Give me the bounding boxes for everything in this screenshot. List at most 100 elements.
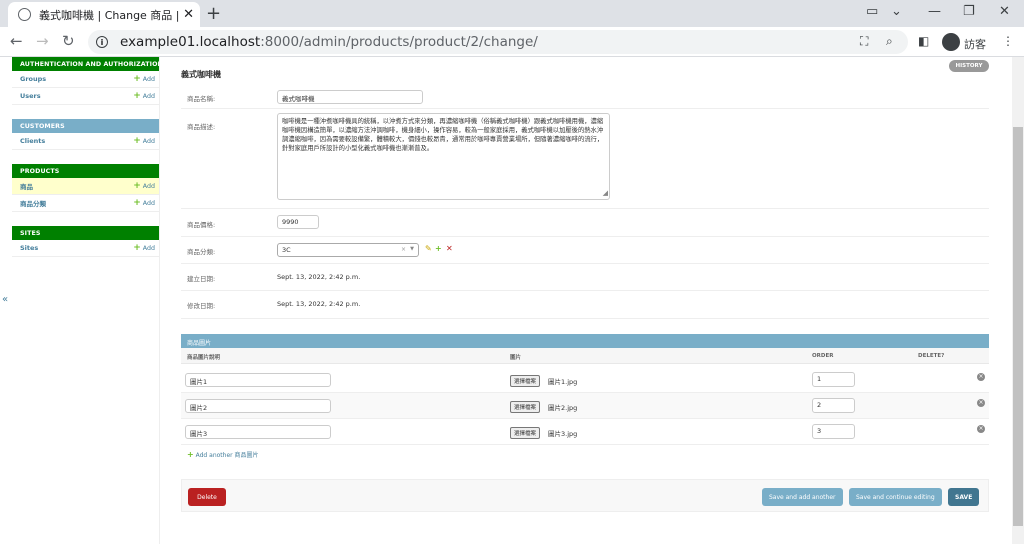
tab-search-icon[interactable]: ⌄ <box>891 4 902 19</box>
header-image: 圖片 <box>510 355 522 361</box>
add-label: Add <box>142 93 155 100</box>
browser-tab-strip: 義式咖啡機 | Change 商品 | Djan ✕ + ▭ ⌄ — ❐ ✕ <box>0 0 1024 27</box>
modified-value: Sept. 13, 2022, 2:42 p.m. <box>277 300 361 308</box>
side-panel-icon[interactable]: ◧ <box>918 34 929 48</box>
edit-pencil-icon[interactable]: ✎ <box>425 244 432 253</box>
module-sites: SITES Sites + Add <box>12 226 159 257</box>
image-caption-input[interactable]: 圖片1 <box>185 373 331 387</box>
sidebar-item-groups[interactable]: Groups + Add <box>12 71 159 88</box>
add-link[interactable]: + Add <box>133 74 155 84</box>
image-caption-input[interactable]: 圖片3 <box>185 425 331 439</box>
add-icon: + <box>133 243 141 253</box>
sidebar-item-label[interactable]: Clients <box>20 137 45 145</box>
inline-table-header: 商品圖片說明 圖片 ORDER DELETE? <box>181 348 989 364</box>
field-row-created: 建立日期: Sept. 13, 2022, 2:42 p.m. <box>181 264 989 291</box>
file-name: 圖片1.jpg <box>548 378 578 386</box>
scrollbar-thumb[interactable] <box>1013 127 1023 526</box>
order-input[interactable]: 2 <box>812 398 855 413</box>
guest-avatar-icon[interactable] <box>942 33 960 51</box>
new-tab-icon[interactable]: + <box>206 3 221 24</box>
add-icon: + <box>133 136 141 146</box>
save-and-add-another-button[interactable]: Save and add another <box>762 488 843 506</box>
url-path: :8000/admin/products/product/2/change/ <box>260 34 538 50</box>
module-caption[interactable]: SITES <box>12 226 159 240</box>
choose-file-button[interactable]: 選擇檔案 <box>510 401 541 413</box>
clear-icon[interactable]: × <box>401 246 406 253</box>
module-auth: AUTHENTICATION AND AUTHORIZATION Groups +… <box>12 57 159 105</box>
back-icon[interactable]: ← <box>10 32 23 50</box>
field-row-category: 商品分類: 3C × ▼ ✎ + ✕ <box>181 237 989 264</box>
description-text: 咖啡機是一種沖煮咖啡機具的統稱，以沖煮方式來分類，再濃縮咖啡機（俗稱義式咖啡機）… <box>282 118 604 152</box>
category-select[interactable]: 3C × ▼ <box>277 243 419 257</box>
choose-file-button[interactable]: 選擇檔案 <box>510 375 541 387</box>
header-order: ORDER <box>812 353 834 359</box>
add-link[interactable]: + Add <box>133 91 155 101</box>
add-link[interactable]: + Add <box>133 136 155 146</box>
info-icon[interactable]: i <box>96 36 108 48</box>
add-link[interactable]: + Add <box>133 243 155 253</box>
dropdown-arrow-icon[interactable]: ▼ <box>410 246 414 252</box>
history-button[interactable]: HISTORY <box>949 60 989 72</box>
sidebar-item-label[interactable]: Sites <box>20 244 38 252</box>
name-input[interactable]: 義式咖啡機 <box>277 90 423 104</box>
choose-file-button[interactable]: 選擇檔案 <box>510 427 541 439</box>
sidebar-item-products[interactable]: 商品 + Add <box>12 178 159 195</box>
resize-handle-icon[interactable]: ◢ <box>603 189 608 198</box>
address-bar-row: ← → ↻ i example01.localhost:8000/admin/p… <box>0 27 1024 57</box>
delete-row-icon[interactable]: × <box>977 425 985 433</box>
add-another-image-link[interactable]: + Add another 商品圖片 <box>187 450 259 459</box>
translate-icon[interactable]: ⛶ <box>860 34 868 49</box>
url-host: example01.localhost <box>120 34 261 50</box>
sidebar-item-label[interactable]: 商品分類 <box>20 198 46 208</box>
save-and-continue-button[interactable]: Save and continue editing <box>849 488 942 506</box>
sidebar-item-clients[interactable]: Clients + Add <box>12 133 159 150</box>
description-textarea[interactable]: 咖啡機是一種沖煮咖啡機具的統稱，以沖煮方式來分類，再濃縮咖啡機（俗稱義式咖啡機）… <box>277 113 610 200</box>
add-related-icon[interactable]: + <box>435 244 442 253</box>
image-caption-input[interactable]: 圖片2 <box>185 399 331 413</box>
guest-label[interactable]: 訪客 <box>964 36 986 52</box>
order-input[interactable]: 3 <box>812 424 855 439</box>
delete-row-icon[interactable]: × <box>977 399 985 407</box>
close-tab-icon[interactable]: ✕ <box>183 7 194 22</box>
save-button[interactable]: SAVE <box>948 488 980 506</box>
browser-tab[interactable]: 義式咖啡機 | Change 商品 | Djan ✕ <box>8 2 200 27</box>
header-delete: DELETE? <box>918 353 945 359</box>
add-link[interactable]: + Add <box>133 198 155 208</box>
forward-icon[interactable]: → <box>36 32 49 50</box>
add-label: Add <box>142 138 155 145</box>
price-input[interactable]: 9990 <box>277 215 319 229</box>
url-bar[interactable]: i example01.localhost:8000/admin/product… <box>88 30 908 54</box>
module-caption[interactable]: PRODUCTS <box>12 164 159 178</box>
module-caption[interactable]: AUTHENTICATION AND AUTHORIZATION <box>12 57 159 71</box>
order-input[interactable]: 1 <box>812 372 855 387</box>
delete-related-icon[interactable]: ✕ <box>446 244 453 253</box>
menu-icon[interactable]: ⋮ <box>1002 34 1014 48</box>
admin-sidebar: AUTHENTICATION AND AUTHORIZATION Groups +… <box>12 57 160 544</box>
inline-caption: 商品圖片 <box>181 334 989 348</box>
sidebar-item-label[interactable]: Groups <box>20 75 46 83</box>
inline-images-group: 商品圖片 商品圖片說明 圖片 ORDER DELETE? 圖片1 選擇檔案 圖片… <box>181 334 989 459</box>
category-label: 商品分類: <box>187 248 216 256</box>
delete-row-icon[interactable]: × <box>977 373 985 381</box>
field-row-description: 商品描述: 咖啡機是一種沖煮咖啡機具的統稱，以沖煮方式來分類，再濃縮咖啡機（俗稱… <box>181 109 989 209</box>
add-another-label: Add another 商品圖片 <box>195 452 259 459</box>
sidebar-item-label[interactable]: 商品 <box>20 181 33 191</box>
minimize-icon[interactable]: — <box>928 4 941 19</box>
zoom-icon[interactable]: ⌕ <box>886 34 893 49</box>
sidebar-item-categories[interactable]: 商品分類 + Add <box>12 195 159 212</box>
category-selected-value: 3C <box>282 246 291 254</box>
module-caption[interactable]: CUSTOMERS <box>12 119 159 133</box>
file-name: 圖片3.jpg <box>548 430 578 438</box>
sidebar-item-users[interactable]: Users + Add <box>12 88 159 105</box>
sidebar-item-sites[interactable]: Sites + Add <box>12 240 159 257</box>
media-control-icon[interactable]: ▭ <box>866 4 878 19</box>
window-close-icon[interactable]: ✕ <box>999 4 1010 19</box>
delete-button[interactable]: Delete <box>188 488 226 506</box>
sidebar-item-label[interactable]: Users <box>20 92 41 100</box>
nav-sidebar-toggle[interactable]: « <box>2 294 8 305</box>
file-name: 圖片2.jpg <box>548 404 578 412</box>
reload-icon[interactable]: ↻ <box>62 32 75 50</box>
add-icon: + <box>187 450 194 459</box>
add-link[interactable]: + Add <box>133 181 155 191</box>
restore-icon[interactable]: ❐ <box>963 4 975 19</box>
